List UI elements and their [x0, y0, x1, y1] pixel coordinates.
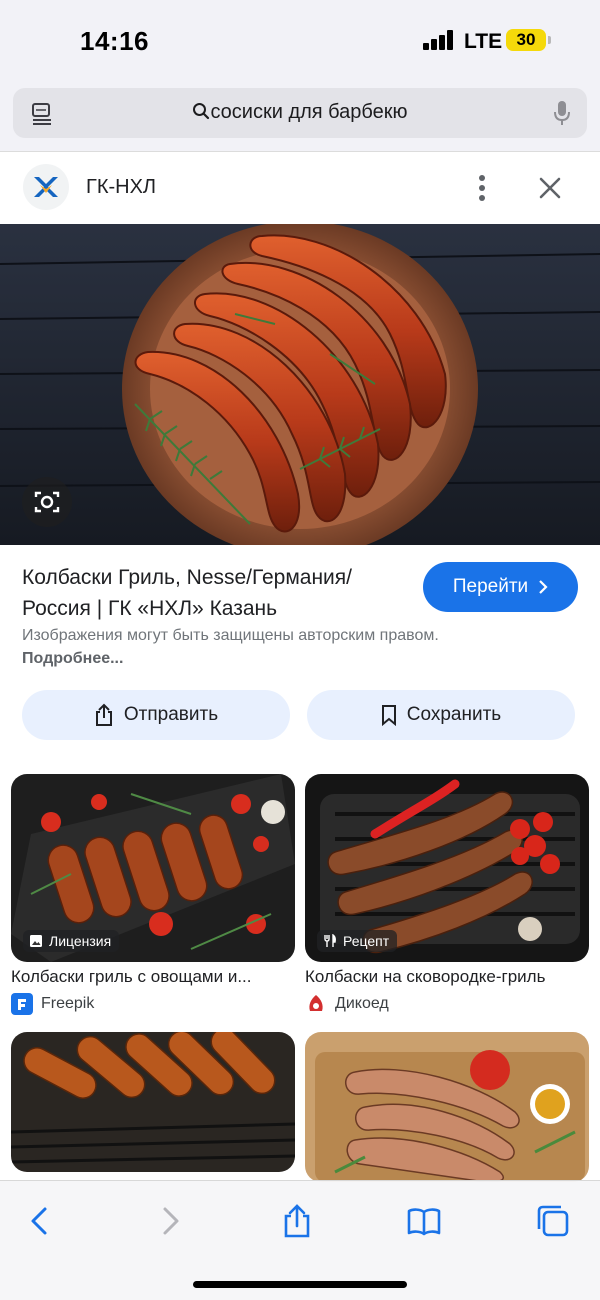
signal-icon: [423, 30, 455, 50]
recipe-badge: Рецепт: [317, 930, 398, 952]
related-card[interactable]: [305, 1032, 589, 1182]
microphone-icon[interactable]: [553, 100, 571, 126]
related-title[interactable]: Колбаски гриль с овощами и...: [11, 967, 295, 987]
battery-icon: 30: [506, 29, 546, 51]
related-card[interactable]: Рецепт Колбаски на сковородке-гриль Дико…: [305, 774, 589, 1015]
more-options-icon[interactable]: [472, 172, 492, 204]
source-label: Дикоед: [335, 995, 389, 1012]
main-image[interactable]: [0, 224, 600, 545]
status-time: 14:16: [80, 26, 149, 56]
notice-text: Изображения могут быть защищены авторски…: [22, 627, 439, 644]
status-bar: 14:16 LTE 30: [0, 0, 600, 80]
related-image[interactable]: [11, 1032, 295, 1172]
bookmark-icon: [381, 705, 396, 726]
fork-knife-icon: [324, 934, 336, 947]
battery-tip: [548, 36, 551, 44]
source-logo: [23, 164, 69, 210]
home-indicator: [193, 1281, 407, 1288]
visit-label: Перейти: [452, 576, 529, 597]
sausages-board-image: [305, 1032, 589, 1182]
camera-lens-icon: [34, 491, 60, 513]
related-image[interactable]: Рецепт: [305, 774, 589, 962]
browser-address-area: сосиски для барбекю: [0, 80, 600, 152]
related-source[interactable]: Freepik: [11, 993, 295, 1015]
related-title[interactable]: Колбаски на сковородке-гриль: [305, 967, 589, 987]
address-text[interactable]: сосиски для барбекю: [13, 101, 587, 124]
learn-more-link[interactable]: Подробнее...: [22, 650, 123, 667]
forward-icon[interactable]: [152, 1203, 188, 1239]
share-icon[interactable]: [279, 1203, 315, 1239]
share-icon: [95, 703, 112, 726]
close-icon[interactable]: [536, 174, 564, 202]
related-image[interactable]: [305, 1032, 589, 1182]
visit-button[interactable]: Перейти: [423, 562, 578, 612]
source-header: ГК-НХЛ: [0, 152, 600, 224]
copyright-notice: Изображения могут быть защищены авторски…: [22, 624, 442, 670]
dikoed-logo-icon: [305, 993, 327, 1015]
address-bar[interactable]: сосиски для барбекю: [13, 88, 587, 138]
bookmarks-icon[interactable]: [406, 1203, 442, 1239]
image-icon: [30, 935, 42, 947]
lens-button[interactable]: [22, 477, 72, 527]
license-badge: Лицензия: [23, 930, 120, 952]
source-label: Freepik: [41, 995, 95, 1012]
chevron-right-icon: [539, 580, 548, 594]
tabs-icon[interactable]: [535, 1203, 571, 1239]
share-button[interactable]: Отправить: [22, 690, 290, 740]
sausages-plate-image: [0, 224, 600, 545]
share-label: Отправить: [123, 704, 219, 725]
save-label: Сохранить: [406, 704, 502, 725]
freepik-logo-icon: [11, 993, 33, 1015]
related-card[interactable]: Лицензия Колбаски гриль с овощами и... F…: [11, 774, 295, 1015]
result-title[interactable]: Колбаски Гриль, Nesse/Германия/ Россия |…: [22, 562, 402, 624]
search-icon: [193, 103, 210, 120]
badge-label: Лицензия: [49, 933, 112, 949]
related-image[interactable]: Лицензия: [11, 774, 295, 962]
related-card[interactable]: [11, 1032, 295, 1172]
grill-grate-image: [11, 1032, 295, 1172]
source-name[interactable]: ГК-НХЛ: [86, 176, 156, 199]
save-button[interactable]: Сохранить: [307, 690, 575, 740]
back-icon[interactable]: [22, 1203, 58, 1239]
badge-label: Рецепт: [343, 933, 390, 949]
search-query: сосиски для барбекю: [210, 101, 408, 123]
network-label: LTE: [464, 30, 503, 53]
related-source[interactable]: Дикоед: [305, 993, 589, 1015]
